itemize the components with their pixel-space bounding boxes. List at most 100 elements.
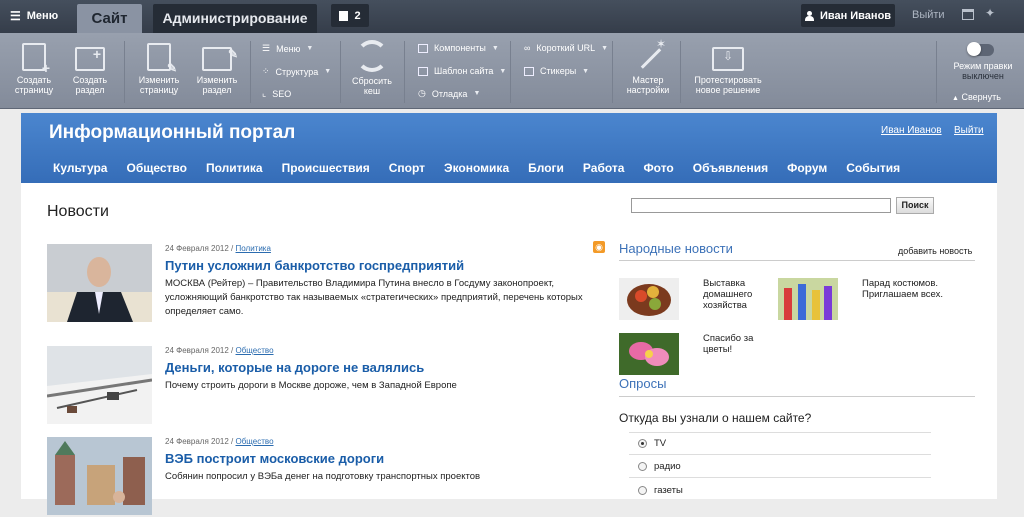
edit-page-label-1: Изменить	[138, 75, 180, 85]
nav-item[interactable]: Общество	[126, 161, 187, 175]
people-news-line: цветы!	[703, 344, 733, 355]
nav-item[interactable]: Происшествия	[282, 161, 370, 175]
admin-toolbar: Создать страницу Создать раздел Изменить…	[0, 33, 1024, 109]
structure-dropdown[interactable]: ⁘ Структура ▼	[262, 66, 331, 77]
caret-down-icon: ▼	[306, 45, 314, 52]
news-text: МОСКВА (Рейтер) – Правительство Владимир…	[165, 278, 583, 317]
tab-site[interactable]: Сайт	[77, 4, 142, 34]
site-template-label: Шаблон сайта	[434, 66, 494, 76]
toolbar-separator	[936, 41, 937, 103]
notifications-button[interactable]: 2	[331, 4, 369, 27]
toolbar-separator	[340, 41, 341, 103]
poll-option[interactable]: TV	[638, 438, 666, 449]
people-news-text: Выставка домашнего хозяйства	[703, 278, 752, 311]
news-thumbnail[interactable]	[47, 244, 152, 322]
wizard-button[interactable]: Мастер настройки	[624, 39, 672, 95]
site-template-dropdown[interactable]: Шаблон сайта ▼	[418, 66, 506, 76]
nav-item[interactable]: Спорт	[389, 161, 425, 175]
nav-item[interactable]: Объявления	[693, 161, 768, 175]
pin-icon[interactable]: ✦	[985, 6, 995, 20]
add-news-link[interactable]: добавить новость	[898, 246, 972, 256]
seo-label: SEO	[272, 88, 292, 99]
test-solution-label-2: новое решение	[695, 85, 761, 95]
divider	[629, 477, 931, 478]
news-title-link[interactable]: Путин усложнил банкротство госпредприяти…	[165, 258, 464, 273]
people-news-heading[interactable]: Народные новости	[619, 241, 733, 256]
nav-item[interactable]: Форум	[787, 161, 827, 175]
edit-section-label-1: Изменить	[196, 75, 238, 85]
edit-section-icon	[202, 47, 238, 71]
user-name: Иван Иванов	[819, 9, 892, 22]
collapse-button[interactable]: ▲ Свернуть	[952, 92, 1001, 102]
wizard-label-1: Мастер	[632, 75, 664, 85]
menu-dropdown[interactable]: ☰ Меню ▼	[262, 43, 313, 54]
edit-mode-label: Режим правки выключен	[945, 61, 1021, 81]
nav-item[interactable]: Блоги	[528, 161, 564, 175]
radio-button[interactable]	[638, 486, 647, 495]
admin-logout-link[interactable]: Выйти	[912, 9, 945, 21]
create-section-icon	[75, 47, 105, 71]
nav-item[interactable]: Фото	[643, 161, 673, 175]
news-title-link[interactable]: Деньги, которые на дороге не валялись	[165, 360, 424, 375]
poll-option[interactable]: радио	[638, 461, 681, 472]
radio-button[interactable]	[638, 439, 647, 448]
create-section-button[interactable]: Создать раздел	[66, 43, 114, 95]
toolbar-separator	[250, 41, 251, 103]
polls-heading[interactable]: Опросы	[619, 376, 666, 391]
search-input[interactable]	[631, 198, 891, 213]
create-section-label-1: Создать	[72, 75, 108, 85]
nav-item[interactable]: Культура	[53, 161, 107, 175]
people-news-thumbnail[interactable]	[619, 278, 679, 320]
create-page-label-2: страницу	[14, 85, 54, 95]
nav-item[interactable]: Политика	[206, 161, 263, 175]
window-icon[interactable]	[962, 9, 974, 20]
create-page-icon	[22, 43, 50, 73]
short-url-dropdown[interactable]: ∞ Короткий URL ▼	[524, 43, 608, 53]
edit-section-button[interactable]: Изменить раздел	[192, 43, 242, 95]
radio-button[interactable]	[638, 462, 647, 471]
news-thumbnail[interactable]	[47, 346, 152, 424]
people-news-line: хозяйства	[703, 300, 747, 311]
news-title-link[interactable]: ВЭБ построит московские дороги	[165, 451, 384, 466]
news-category-link[interactable]: Общество	[236, 437, 274, 446]
news-thumbnail[interactable]	[47, 437, 152, 515]
debug-dropdown[interactable]: ◷ Отладка ▼	[418, 88, 480, 99]
tab-administration[interactable]: Администрирование	[153, 4, 317, 33]
portal-logout-link[interactable]: Выйти	[954, 125, 984, 136]
poll-option-label: радио	[654, 461, 681, 472]
portal-title[interactable]: Информационный портал	[49, 122, 295, 144]
people-news-line: Спасибо за	[703, 333, 754, 344]
news-category-link[interactable]: Политика	[236, 244, 271, 253]
news-category-link[interactable]: Общество	[236, 346, 274, 355]
divider	[629, 432, 931, 433]
nav-item[interactable]: Экономика	[444, 161, 509, 175]
reset-cache-button[interactable]: Сбросить кеш	[348, 40, 396, 96]
portal-nav: Культура Общество Политика Происшествия …	[53, 161, 919, 175]
components-dropdown[interactable]: Компоненты ▼	[418, 43, 499, 53]
nav-item[interactable]: Работа	[583, 161, 625, 175]
wizard-label-2: настройки	[626, 85, 670, 95]
people-news-thumbnail[interactable]	[778, 278, 838, 320]
people-news-thumbnail[interactable]	[619, 333, 679, 375]
test-solution-button[interactable]: Протестировать новое решение	[688, 43, 768, 95]
stickers-dropdown[interactable]: Стикеры ▼	[524, 66, 589, 76]
structure-label: Структура	[275, 66, 319, 77]
portal-user-link[interactable]: Иван Иванов	[881, 125, 942, 136]
edit-mode-toggle[interactable]	[967, 42, 994, 56]
notifications-count: 2	[354, 9, 361, 22]
seo-button[interactable]: ⌞ SEO	[262, 88, 291, 99]
edit-mode-state: выключен	[962, 71, 1004, 81]
admin-menu-button[interactable]: ☰ Меню	[10, 9, 58, 23]
nav-item[interactable]: События	[846, 161, 900, 175]
test-solution-icon	[712, 47, 744, 71]
divider	[619, 260, 975, 261]
toolbar-separator	[124, 41, 125, 103]
edit-page-button[interactable]: Изменить страницу	[134, 43, 184, 95]
caret-down-icon: ▼	[499, 67, 507, 75]
user-menu-button[interactable]: Иван Иванов	[801, 4, 895, 27]
search-button[interactable]: Поиск	[896, 197, 934, 214]
create-page-button[interactable]: Создать страницу	[12, 43, 56, 95]
people-news-text: Спасибо за цветы!	[703, 333, 753, 355]
poll-option-label: TV	[654, 438, 667, 449]
poll-option[interactable]: газеты	[638, 485, 683, 496]
